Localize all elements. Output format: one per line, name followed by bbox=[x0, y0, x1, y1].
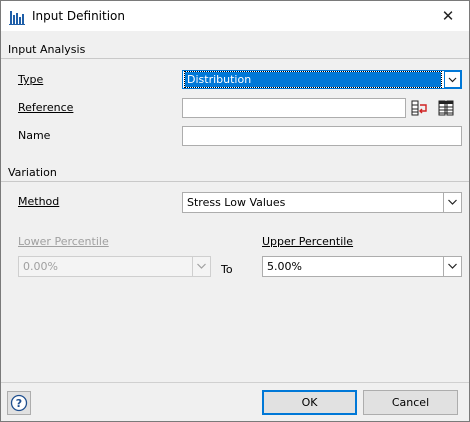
method-dropdown[interactable]: Stress Low Values bbox=[182, 192, 462, 213]
upper-percentile-value: 5.00% bbox=[267, 260, 302, 273]
upper-percentile-dropdown[interactable]: 5.00% bbox=[262, 256, 462, 277]
footer-divider bbox=[1, 382, 469, 383]
upper-percentile-label: Upper Percentile bbox=[262, 235, 354, 248]
lower-percentile-label: Lower Percentile bbox=[18, 235, 109, 248]
bar-chart-icon bbox=[9, 9, 25, 25]
method-label: Method bbox=[18, 195, 60, 208]
method-value: Stress Low Values bbox=[187, 196, 286, 209]
section-divider bbox=[1, 58, 469, 59]
chevron-down-icon[interactable] bbox=[444, 71, 461, 88]
name-input[interactable] bbox=[182, 126, 462, 146]
close-icon: ✕ bbox=[441, 7, 455, 25]
reference-grid-button[interactable] bbox=[435, 98, 457, 118]
chevron-down-icon[interactable] bbox=[443, 193, 461, 212]
lower-percentile-value: 0.00% bbox=[23, 260, 58, 273]
help-icon: ? bbox=[10, 394, 28, 412]
name-label: Name bbox=[18, 129, 51, 142]
reference-select-button[interactable] bbox=[409, 98, 431, 118]
type-value: Distribution bbox=[184, 71, 442, 88]
reference-input[interactable] bbox=[182, 98, 406, 118]
title-bar: Input Definition ✕ bbox=[1, 1, 469, 31]
cell-reference-icon bbox=[411, 100, 427, 116]
help-button[interactable]: ? bbox=[7, 391, 31, 415]
lower-percentile-dropdown[interactable]: 0.00% bbox=[18, 256, 211, 277]
type-dropdown[interactable]: Distribution bbox=[182, 70, 462, 89]
ok-button[interactable]: OK bbox=[262, 390, 357, 415]
close-button[interactable]: ✕ bbox=[433, 5, 463, 27]
window-title: Input Definition bbox=[32, 9, 125, 23]
grid-icon bbox=[438, 100, 454, 116]
svg-text:?: ? bbox=[16, 397, 22, 410]
chevron-down-icon bbox=[192, 257, 210, 276]
section-input-analysis: Input Analysis bbox=[8, 43, 86, 56]
reference-label: Reference bbox=[18, 101, 74, 114]
chevron-down-icon[interactable] bbox=[443, 257, 461, 276]
to-label: To bbox=[221, 263, 233, 276]
section-variation: Variation bbox=[8, 166, 57, 179]
input-definition-dialog: Input Definition ✕ Input Analysis Type D… bbox=[0, 0, 470, 422]
cancel-button[interactable]: Cancel bbox=[363, 390, 458, 415]
section-divider bbox=[1, 181, 469, 182]
type-label: Type bbox=[18, 73, 44, 86]
